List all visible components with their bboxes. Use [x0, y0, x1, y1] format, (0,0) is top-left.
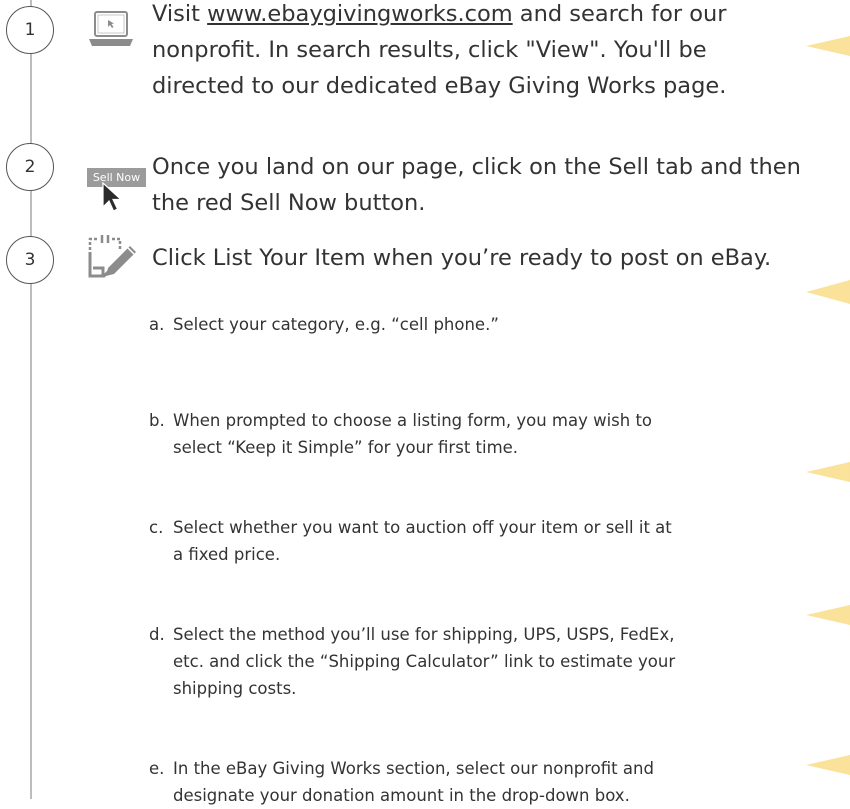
timeline-line — [30, 0, 32, 799]
accent-wedge — [806, 755, 850, 775]
accent-wedge — [806, 462, 850, 482]
step-2-line-1: Once you land on our page, click on the … — [152, 154, 801, 180]
laptop-icon — [89, 11, 133, 46]
substep-a: a. Select your category, e.g. “cell phone… — [149, 315, 499, 334]
step-3-line-1: Click List Your Item when you’re ready t… — [152, 245, 772, 271]
step-1-line-1: Visit www.ebaygivingworks.com and search… — [152, 1, 727, 27]
accent-wedge — [806, 280, 850, 304]
clipboard-pencil-icon — [88, 235, 136, 278]
accent-wedge — [806, 605, 850, 625]
step-1-line-3: directed to our dedicated eBay Giving Wo… — [152, 73, 727, 99]
step-1-line-2: nonprofit. In search results, click "Vie… — [152, 37, 707, 63]
step-2-number: 2 — [6, 143, 54, 191]
substep-d: d. Select the method you’ll use for shipp… — [149, 625, 676, 698]
ebay-giving-works-link[interactable]: www.ebaygivingworks.com — [207, 1, 513, 27]
cursor-icon — [102, 182, 123, 212]
step-2-line-2: the red Sell Now button. — [152, 190, 426, 216]
step-3-number: 3 — [6, 236, 54, 284]
substep-c: c. Select whether you want to auction off… — [149, 518, 672, 564]
substep-e: e. In the eBay Giving Works section, sele… — [149, 759, 654, 805]
step-1-number: 1 — [6, 6, 54, 54]
accent-wedge — [806, 36, 850, 56]
substep-b: b. When prompted to choose a listing form… — [149, 411, 653, 457]
